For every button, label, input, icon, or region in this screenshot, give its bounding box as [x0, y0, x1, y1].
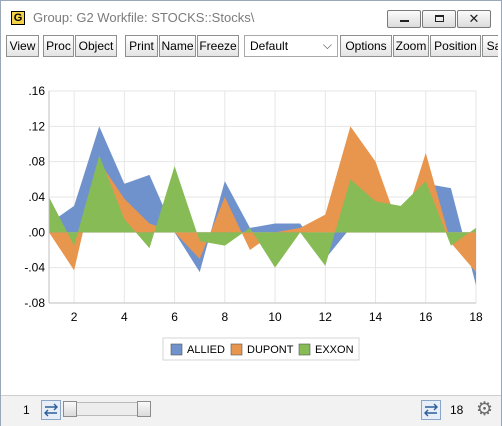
proc-button[interactable]: Proc: [43, 35, 74, 57]
scroll-thumb-start[interactable]: [63, 401, 77, 417]
graph-area[interactable]: .16 .12 .08 .04 .00 -.04 -.08 2 4 6 8 10 12 14 16 18 ALL…: [1, 59, 501, 395]
graph-app-icon: G: [11, 11, 25, 25]
swap-arrows-icon: [44, 403, 58, 417]
print-button[interactable]: Print: [125, 35, 158, 57]
x-tick-label: 8: [221, 310, 228, 324]
y-tick-label: .08: [28, 155, 45, 169]
position-button[interactable]: Position: [430, 35, 481, 57]
minimize-icon: [400, 20, 409, 22]
y-tick-label: .12: [28, 119, 45, 133]
x-tick-label: 6: [171, 310, 178, 324]
minimize-button[interactable]: [387, 10, 421, 28]
x-tick-label: 2: [71, 310, 78, 324]
legend-label-dupont: DUPONT: [247, 344, 294, 356]
title-bar[interactable]: G Group: G2 Workfile: STOCKS::Stocks\ ✕: [1, 1, 501, 33]
y-tick-label: .00: [28, 225, 45, 239]
sample-start-value: 1: [23, 403, 30, 417]
dropdown-value: Default: [250, 39, 289, 53]
object-button[interactable]: Object: [75, 35, 117, 57]
close-button[interactable]: ✕: [457, 10, 491, 28]
sample-end-value: 18: [450, 403, 464, 417]
view-button[interactable]: View: [6, 35, 39, 57]
y-tick-label: -.08: [24, 296, 45, 310]
swap-arrows-icon: [424, 403, 438, 417]
close-icon: ✕: [468, 11, 480, 26]
gear-icon[interactable]: ⚙: [476, 399, 493, 421]
line-area-chart: .16 .12 .08 .04 .00 -.04 -.08 2 4 6 8 10 12 14 16 18 ALL…: [24, 84, 483, 361]
status-bar: 1 18 ⚙: [1, 395, 501, 426]
name-button[interactable]: Name: [159, 35, 196, 57]
x-tick-label: 14: [369, 310, 383, 324]
graph-window: G Group: G2 Workfile: STOCKS::Stocks\ ✕ …: [0, 0, 502, 426]
x-tick-label: 18: [469, 310, 483, 324]
graph-type-dropdown[interactable]: Default ⌵: [244, 35, 338, 57]
chevron-down-icon: ⌵: [322, 38, 332, 52]
scroll-thumb-end[interactable]: [137, 401, 151, 417]
freeze-button[interactable]: Freeze: [197, 35, 239, 57]
x-tick-label: 16: [419, 310, 433, 324]
swap-start-button[interactable]: [41, 400, 61, 420]
y-tick-label: .04: [28, 190, 45, 204]
legend-label-exxon: EXXON: [315, 344, 354, 356]
swap-end-button[interactable]: [421, 400, 441, 420]
legend-swatch-exxon: [298, 343, 311, 356]
window-title: Group: G2 Workfile: STOCKS::Stocks\: [33, 10, 255, 25]
maximize-button[interactable]: [422, 10, 456, 28]
x-tick-label: 10: [268, 310, 282, 324]
x-tick-label: 12: [319, 310, 333, 324]
y-tick-label: -.04: [24, 261, 45, 275]
zoom-button[interactable]: Zoom: [393, 35, 429, 57]
sample-button[interactable]: Sa: [482, 35, 498, 57]
y-tick-label: .16: [28, 84, 45, 98]
maximize-icon: [435, 15, 444, 22]
legend-label-allied: ALLIED: [187, 344, 225, 356]
legend-swatch-allied: [170, 343, 183, 356]
toolbar: View Proc Object Print Name Freeze Defau…: [6, 35, 498, 57]
legend-swatch-dupont: [230, 343, 243, 356]
x-tick-label: 4: [121, 310, 128, 324]
options-button[interactable]: Options: [340, 35, 392, 57]
